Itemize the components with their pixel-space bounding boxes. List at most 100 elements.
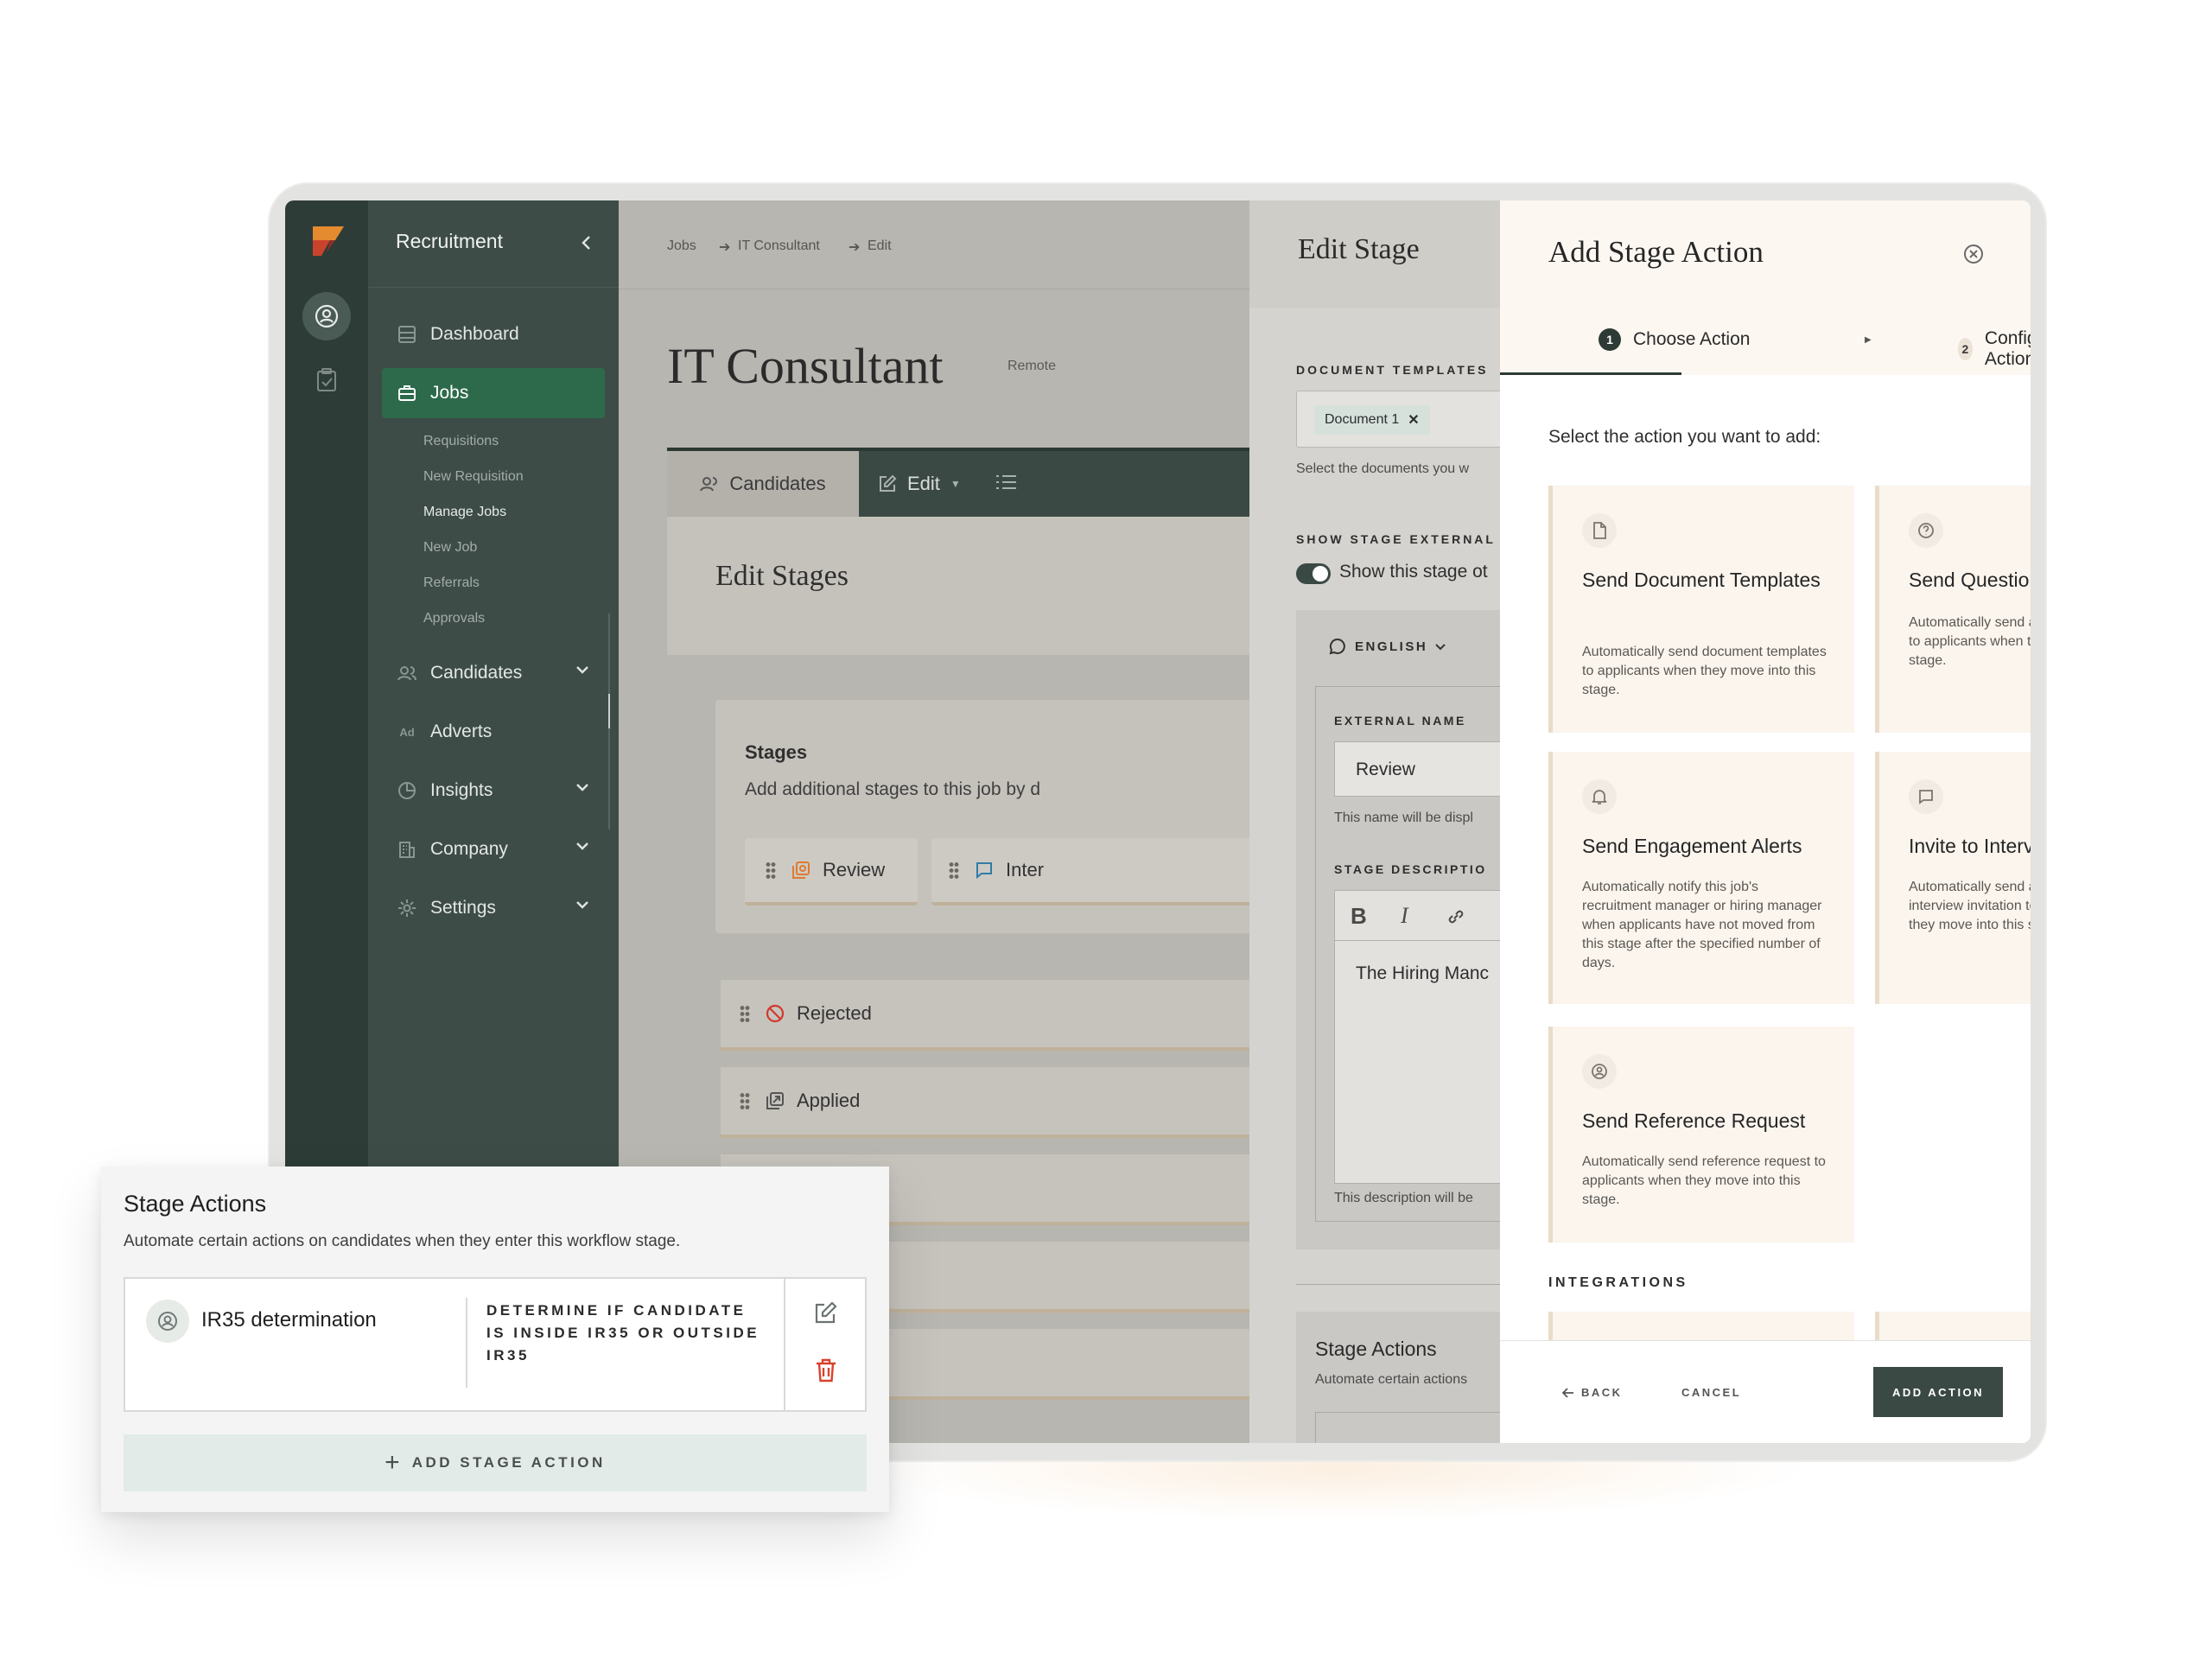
sidebar-item-candidates[interactable]: Candidates [382,648,605,698]
arrow-left-icon [1562,1387,1574,1398]
add-action-button[interactable]: ADD ACTION [1873,1367,2003,1417]
step-configure-action[interactable]: 2 Configure Action [1958,328,2031,370]
sidebar-item-dashboard[interactable]: Dashboard [382,309,605,359]
subnav-referrals[interactable]: Referrals [423,575,480,591]
sidebar-item-settings[interactable]: Settings [382,883,605,933]
action-card-invite-to-interview[interactable]: Invite to Interview Automatically send a… [1875,752,2031,1004]
stage-action-item: IR35 determination DETERMINE IF CANDIDAT… [124,1277,867,1412]
add-stage-action-button[interactable]: + ADD STAGE ACTION [124,1434,867,1491]
description-editor[interactable]: B I The Hiring Manc [1334,890,1500,1184]
external-name-label: EXTERNAL NAME [1334,714,1466,728]
breadcrumb-jobs[interactable]: Jobs [667,238,696,254]
show-external-text: Show this stage ot [1339,562,1488,582]
chat-icon [1909,779,1943,814]
close-icon[interactable] [1963,244,1984,264]
drag-handle-icon[interactable] [740,1005,750,1022]
language-select[interactable]: ENGLISH [1329,638,1446,655]
action-card-send-engagement-alerts[interactable]: Send Engagement Alerts Automatically not… [1548,752,1854,1004]
subnav-new-job[interactable]: New Job [423,540,477,556]
gear-icon [396,897,418,919]
action-card-desc: Automatically send reference request to … [1582,1154,1826,1207]
collapse-chevron-icon[interactable] [581,235,593,251]
sidebar-item-label: Insights [430,780,493,800]
bold-icon[interactable]: B [1351,903,1367,930]
description-help: This description will be [1334,1191,1473,1205]
language-block: ENGLISH EXTERNAL NAME Review This name w… [1296,610,1500,1249]
plus-icon: + [385,1448,400,1477]
list-icon[interactable] [995,474,1016,491]
review-icon [791,861,810,880]
stage-row-label: Rejected [797,1002,872,1024]
chevron-down-icon [1434,643,1446,651]
chevron-down-icon [575,783,589,791]
sidebar-item-jobs[interactable]: Jobs [382,368,605,418]
doc-templates-select[interactable]: Document 1 ✕ [1296,391,1500,448]
stage-row-applied[interactable]: Applied [721,1067,1274,1138]
tab-candidates[interactable]: Candidates [667,451,859,517]
page-title: IT Consultant [667,338,944,394]
sidebar-item-company[interactable]: Company [382,824,605,874]
close-icon[interactable]: ✕ [1408,411,1419,429]
italic-icon[interactable]: I [1401,903,1408,929]
subnav-approvals[interactable]: Approvals [423,611,485,626]
action-card-send-question-set[interactable]: Send Question Set Automatically send add… [1875,486,2031,733]
step-choose-action[interactable]: 1 Choose Action [1599,328,1750,351]
logo-icon [309,226,344,259]
trash-icon[interactable] [815,1358,837,1382]
toggle-knob [1313,566,1328,582]
back-button[interactable]: BACK [1562,1386,1623,1399]
step-number: 1 [1599,328,1621,351]
subnav-new-requisition[interactable]: New Requisition [423,469,524,485]
action-card-title: Send Document Templates [1582,569,1821,591]
action-card-send-document-templates[interactable]: Send Document Templates Automatically se… [1548,486,1854,733]
clipboard-icon[interactable] [302,356,351,404]
drag-handle-icon[interactable] [949,861,959,879]
drag-handle-icon[interactable] [766,861,776,879]
chevron-down-icon [575,842,589,850]
subnav-manage-jobs[interactable]: Manage Jobs [423,505,506,520]
stage-pill-interview[interactable]: Inter [931,838,1294,906]
drag-handle-icon[interactable] [740,1092,750,1109]
breadcrumb-job[interactable]: IT Consultant [738,238,820,254]
doc-templates-label: DOCUMENT TEMPLATES [1296,363,1489,377]
doc-chip-label: Document 1 [1325,412,1400,427]
stage-actions-box [1315,1412,1500,1443]
job-location: Remote [1007,359,1057,373]
stage-row-label: Applied [797,1090,861,1111]
show-external-toggle[interactable] [1296,563,1331,584]
stages-desc: Add additional stages to this job by d [745,779,1041,799]
sidebar-item-adverts[interactable]: Ad Adverts [382,707,605,757]
action-card-desc: Automatically send document templates to… [1582,645,1827,697]
edit-icon [878,474,897,493]
external-name-input[interactable]: Review [1334,741,1500,797]
arrow-right-icon: ➔ [719,240,731,255]
stage-pill-review[interactable]: Review [745,838,918,906]
recruitment-app-icon[interactable] [302,292,351,340]
add-stage-action-footer: BACK CANCEL ADD ACTION [1500,1340,2031,1443]
sidebar-title: Recruitment [396,230,503,252]
section-heading: Edit Stages [715,560,849,592]
link-icon[interactable] [1446,906,1466,927]
action-card-desc: Automatically notify this job's recruitm… [1582,880,1822,970]
sidebar-item-label: Adverts [430,721,493,741]
sidebar-item-insights[interactable]: Insights [382,766,605,816]
users-icon [700,475,719,493]
edit-icon[interactable] [813,1301,837,1325]
briefcase-icon [396,382,418,404]
stage-actions-card: Stage Actions Automate certain actions o… [101,1166,889,1512]
description-text: The Hiring Manc [1356,963,1490,983]
ad-icon: Ad [399,725,415,739]
tab-edit[interactable]: Edit ▼ [878,451,961,517]
stage-row-rejected[interactable]: Rejected [721,980,1274,1051]
subnav-requisitions[interactable]: Requisitions [423,434,499,449]
cancel-button[interactable]: CANCEL [1681,1386,1741,1399]
stage-pill-label: Inter [1006,859,1045,880]
action-card-send-reference-request[interactable]: Send Reference Request Automatically sen… [1548,1027,1854,1243]
tab-label: Edit [907,473,940,494]
reference-icon [1582,1054,1617,1089]
sidebar-item-label: Jobs [430,383,469,403]
chevron-down-icon [575,900,589,909]
users-icon [396,662,418,684]
step-number: 2 [1958,338,1973,360]
edit-stage-header: Edit Stage [1249,200,1500,308]
